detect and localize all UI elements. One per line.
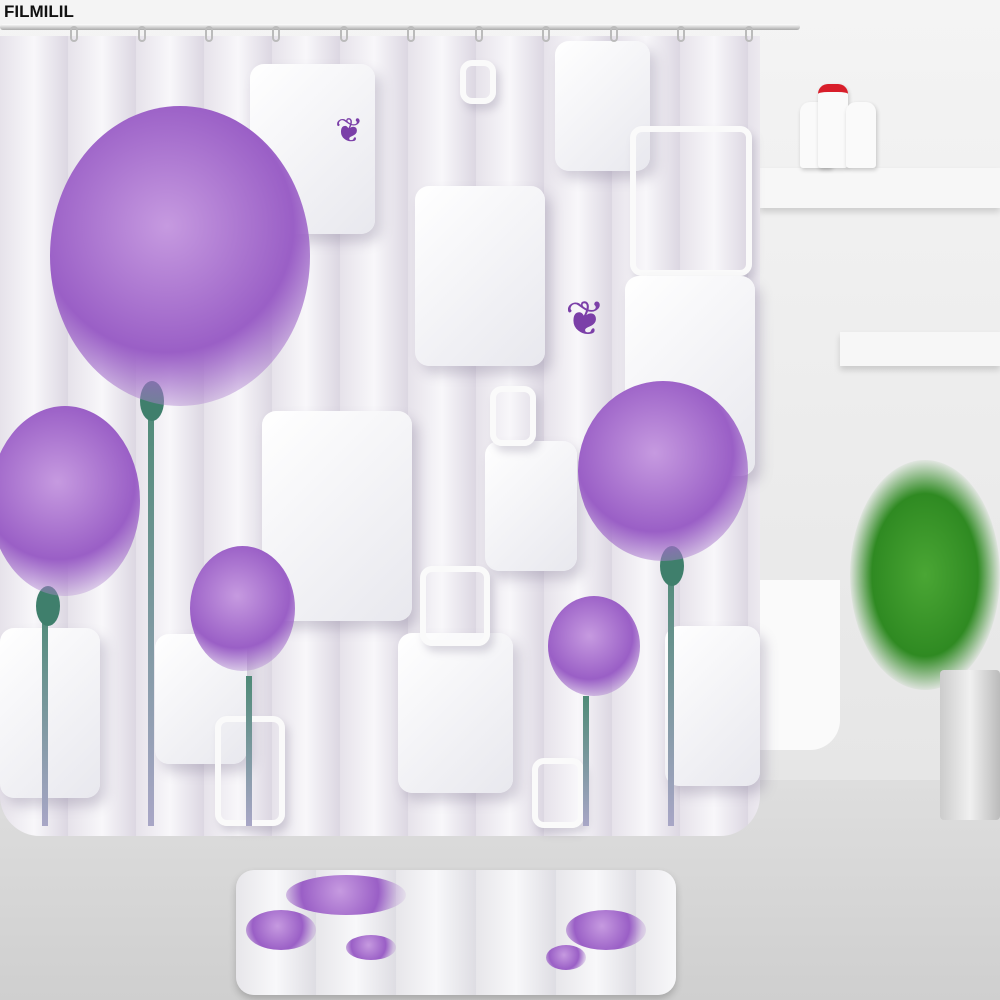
curtain-ring <box>138 26 146 42</box>
square-outline <box>630 126 752 276</box>
bathtub <box>760 580 840 750</box>
curtain-ring <box>272 26 280 42</box>
flower-stem <box>246 676 252 826</box>
flower-stem <box>42 606 48 826</box>
curtain-ring <box>205 26 213 42</box>
purple-flower <box>0 406 140 596</box>
square-pattern <box>485 441 577 571</box>
curtain-ring <box>407 26 415 42</box>
butterfly-icon: ❦ <box>565 293 606 346</box>
square-outline <box>532 758 584 828</box>
purple-flower <box>246 910 316 950</box>
purple-flower <box>546 945 586 970</box>
flower-stem <box>583 696 589 826</box>
square-pattern <box>415 186 545 366</box>
square-pattern <box>398 633 513 793</box>
square-outline <box>460 60 496 104</box>
flower-stem <box>148 406 154 826</box>
curtain-ring <box>610 26 618 42</box>
purple-flower <box>286 875 406 915</box>
brand-logo: FILMILIL <box>4 2 74 21</box>
purple-flower <box>578 381 748 561</box>
purple-flower <box>548 596 640 696</box>
bottle <box>846 102 876 168</box>
square-pattern <box>0 628 100 798</box>
purple-flower <box>346 935 396 960</box>
square-outline <box>420 566 490 646</box>
bottle <box>818 84 848 168</box>
butterfly-icon: ❦ <box>335 112 364 150</box>
potted-plant <box>850 460 1000 690</box>
curtain-ring <box>70 26 78 42</box>
wall-shelf-lower <box>840 332 1000 366</box>
curtain-ring <box>475 26 483 42</box>
curtain-ring <box>542 26 550 42</box>
square-outline <box>490 386 536 446</box>
purple-flower <box>190 546 295 671</box>
square-pattern <box>665 626 760 786</box>
plant-pot <box>940 670 1000 820</box>
curtain-ring <box>677 26 685 42</box>
bath-mat <box>236 870 676 995</box>
curtain-ring <box>745 26 753 42</box>
purple-flower <box>50 106 310 406</box>
purple-flower <box>566 910 646 950</box>
curtain-ring <box>340 26 348 42</box>
wall-shelf-upper <box>760 168 1000 208</box>
flower-stem <box>668 566 674 826</box>
shower-curtain: ❦ ❦ <box>0 36 760 836</box>
